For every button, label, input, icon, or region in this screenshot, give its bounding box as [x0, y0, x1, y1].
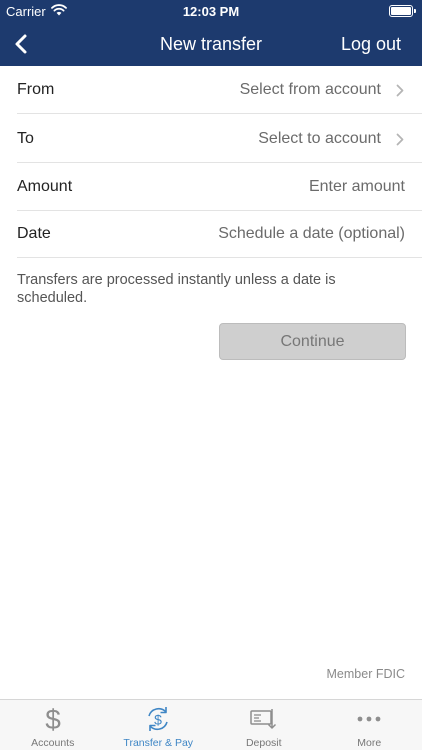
from-account-row[interactable]: From Select from account [17, 66, 422, 114]
to-label: To [17, 130, 34, 147]
status-bar: Carrier 12:03 PM [0, 0, 422, 22]
amount-input[interactable]: Enter amount [309, 178, 405, 196]
logout-button[interactable]: Log out [341, 34, 401, 55]
member-fdic-note: Member FDIC [326, 667, 405, 681]
svg-text:$: $ [154, 712, 162, 728]
svg-text:$: $ [45, 704, 61, 734]
back-button[interactable] [8, 28, 36, 60]
tab-accounts[interactable]: $ Accounts [0, 700, 106, 750]
to-account-row[interactable]: To Select to account [17, 115, 422, 163]
tab-label-transfer-pay: Transfer & Pay [123, 737, 194, 749]
dollar-icon: $ [45, 704, 61, 734]
app-header: Carrier 12:03 PM New transfer Log out [0, 0, 422, 66]
more-icon [357, 716, 381, 722]
tab-deposit[interactable]: Deposit [211, 700, 317, 750]
transfer-info-text: Transfers are processed instantly unless… [17, 272, 336, 306]
status-time: 12:03 PM [182, 4, 240, 19]
chevron-right-icon [396, 84, 404, 97]
date-input[interactable]: Schedule a date (optional) [218, 225, 405, 243]
date-label: Date [17, 225, 51, 242]
deposit-icon [250, 709, 276, 729]
tab-more[interactable]: More [317, 700, 422, 750]
tab-label-accounts: Accounts [31, 737, 75, 749]
continue-button[interactable]: Continue [219, 323, 406, 360]
tab-bar: $ Accounts $ Transfer & Pay Deposit More [0, 699, 422, 750]
date-row: Date Schedule a date (optional) [17, 210, 422, 258]
from-account-value: Select from account [239, 81, 381, 98]
battery-icon [389, 5, 416, 17]
amount-label: Amount [17, 178, 73, 195]
nav-bar: New transfer Log out [0, 22, 422, 66]
transfer-pay-icon: $ [148, 707, 169, 731]
chevron-right-icon [396, 133, 404, 146]
tab-transfer-pay[interactable]: $ Transfer & Pay [106, 700, 212, 750]
tab-label-deposit: Deposit [245, 737, 282, 749]
amount-row: Amount Enter amount [17, 163, 422, 211]
tab-label-more: More [357, 737, 382, 749]
from-label: From [17, 81, 55, 98]
to-account-value: Select to account [258, 130, 381, 147]
